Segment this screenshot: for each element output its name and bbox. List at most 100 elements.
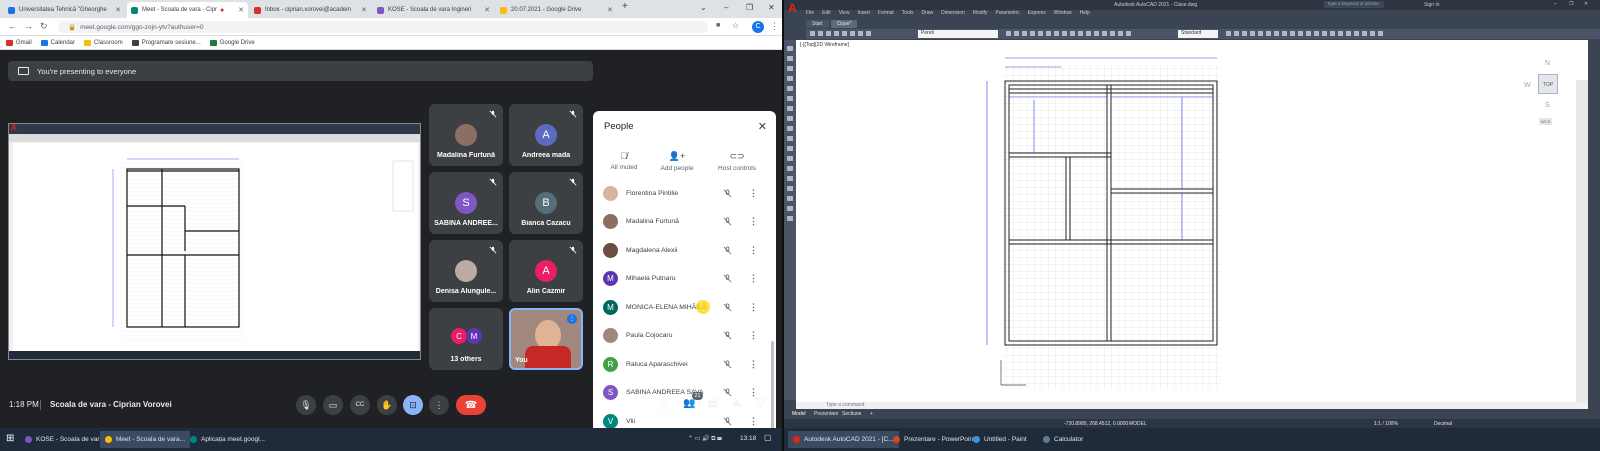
menu-item[interactable]: Format — [878, 10, 894, 18]
tab-search-icon[interactable]: ⌄ — [700, 3, 707, 12]
all-muted-action[interactable]: 🎙̸ All muted — [596, 151, 652, 171]
close-window-icon[interactable]: ✕ — [768, 3, 775, 12]
mic-off-icon[interactable] — [723, 302, 732, 312]
taskbar-item[interactable]: KOSE - Scoala de vara — [20, 431, 108, 448]
menu-item[interactable]: Express — [1028, 10, 1046, 18]
close-window-icon[interactable]: ✕ — [1584, 1, 1588, 7]
minimize-icon[interactable]: – — [1554, 1, 1557, 7]
close-icon[interactable]: ✕ — [604, 6, 613, 14]
participant-tile[interactable]: A Andreea mada — [509, 104, 583, 166]
wcs-dropdown[interactable]: WCS — [1539, 118, 1553, 125]
participant-tile[interactable]: B Bianca Cazacu — [509, 172, 583, 234]
layer-dropdown[interactable]: Pereti — [918, 30, 998, 38]
camera-icon[interactable]: ■ — [716, 22, 720, 29]
more-options-button[interactable]: ⋮ — [429, 395, 449, 415]
menu-item[interactable]: Window — [1054, 10, 1072, 18]
more-options-icon[interactable]: ⋮ — [749, 273, 758, 284]
meeting-details-button[interactable]: ⓘ — [659, 398, 669, 413]
taskbar-item[interactable]: Calculator — [1038, 431, 1088, 448]
maximize-icon[interactable]: ❐ — [1569, 1, 1573, 7]
drawing-canvas[interactable]: [-][Top][2D Wireframe] N W TOP S WCS — [796, 40, 1588, 442]
vertical-scrollbar[interactable] — [1576, 80, 1588, 442]
browser-tab[interactable]: Universitatea Tehnică "Gheorghe ✕ — [4, 2, 125, 18]
tab-prezentare[interactable]: Prezentare — [814, 411, 838, 417]
close-icon[interactable]: ✕ — [758, 120, 767, 133]
taskbar-item[interactable]: Untitled - Paint — [968, 431, 1032, 448]
url-input[interactable]: 🔒 meet.google.com/ggo-zojn-ytv?authuser=0 — [58, 21, 708, 33]
participant-tile[interactable]: A Alin Cazmir — [509, 240, 583, 302]
windows-start-icon[interactable]: ⊞ — [6, 433, 14, 444]
reload-icon[interactable]: ↻ — [40, 21, 48, 32]
menu-item[interactable]: View — [839, 10, 850, 18]
draw-tool-icons[interactable] — [784, 40, 796, 400]
menu-kebab-icon[interactable]: ⋮ — [770, 21, 779, 32]
host-controls-button[interactable]: ⛉ — [757, 398, 765, 409]
bookmark-calendar[interactable]: Calendar — [40, 39, 75, 46]
present-button[interactable]: ⊡ — [403, 395, 423, 415]
minimize-icon[interactable]: – — [724, 3, 728, 12]
forward-icon[interactable]: → — [24, 21, 33, 31]
search-input[interactable]: Type a keyword or phrase — [1324, 1, 1384, 8]
menu-item[interactable]: Parametric — [996, 10, 1020, 18]
menu-item[interactable]: Edit — [822, 10, 831, 18]
mic-off-icon[interactable] — [723, 216, 732, 226]
host-controls-button[interactable]: ⊂⊃ Host controls — [709, 151, 765, 172]
bookmark-classroom[interactable]: Classroom — [84, 39, 123, 46]
mic-button[interactable]: 🎙 — [296, 395, 316, 415]
close-icon[interactable]: ✕ — [112, 6, 121, 14]
compass-west[interactable]: W — [1524, 82, 1531, 89]
model-space-toggle[interactable]: MODEL — [1129, 421, 1147, 427]
participant-tile[interactable]: Denisa Alungule... — [429, 240, 503, 302]
participant-row[interactable]: Magdalena Alexii ⋮ — [593, 236, 776, 264]
chat-button[interactable]: ▤ — [708, 398, 717, 409]
viewcube[interactable]: N W TOP S WCS — [1524, 60, 1574, 140]
leave-call-button[interactable]: ☎ — [456, 395, 486, 415]
style-dropdown[interactable]: Standard — [1178, 30, 1218, 38]
menu-item[interactable]: File — [806, 10, 814, 18]
menu-item[interactable]: Draw — [921, 10, 933, 18]
autocad-logo-icon[interactable]: A — [788, 1, 797, 15]
participant-row[interactable]: M MONICA-ELENA MIHĂILĂ ⋮ — [593, 293, 776, 321]
mic-off-icon[interactable] — [723, 359, 732, 369]
close-icon[interactable]: ✕ — [358, 6, 367, 14]
more-options-icon[interactable]: ⋮ — [749, 216, 758, 227]
self-view-tile[interactable]: ⋮ You — [509, 308, 583, 370]
tab-sectiune[interactable]: Sectiune — [842, 411, 861, 417]
system-tray-icons[interactable]: ⌃ ▭ 🔊 ⧉ ⌨ — [688, 435, 722, 443]
close-icon[interactable]: ✕ — [481, 6, 490, 14]
participant-row[interactable]: Paula Cojocaru ⋮ — [593, 321, 776, 349]
mic-off-icon[interactable] — [723, 188, 732, 198]
add-layout-icon[interactable]: + — [870, 411, 873, 417]
tab-clase[interactable]: Clase* — [830, 20, 858, 28]
annotation-scale[interactable]: 1:1 / 100% — [1374, 421, 1398, 427]
browser-tab[interactable]: Inbox - ciprian.vorovei@academ ✕ — [250, 2, 371, 18]
profile-avatar[interactable]: C — [752, 21, 764, 33]
sign-in-link[interactable]: Sign In — [1424, 2, 1440, 8]
mic-off-icon[interactable] — [723, 273, 732, 283]
notifications-icon[interactable]: ▢ — [764, 433, 772, 442]
participant-row[interactable]: M Mihaela Putnaru ⋮ — [593, 264, 776, 292]
menu-item[interactable]: Modify — [973, 10, 988, 18]
new-tab-icon[interactable]: + — [622, 1, 628, 12]
compass-south[interactable]: S — [1545, 102, 1550, 109]
maximize-icon[interactable]: ❐ — [746, 3, 753, 12]
camera-button[interactable]: ▭ — [323, 395, 343, 415]
participant-row[interactable]: Florentina Pintilie ⋮ — [593, 179, 776, 207]
bookmark-gmail[interactable]: Gmail — [6, 39, 32, 46]
taskbar-item[interactable]: Aplicația meet.googl... — [185, 431, 270, 448]
mic-off-icon[interactable] — [723, 330, 732, 340]
command-line[interactable]: Type a command — [796, 402, 1588, 409]
activities-button[interactable]: ⟁ — [732, 398, 741, 409]
bookmark-drive[interactable]: Google Drive — [209, 39, 255, 46]
mic-off-icon[interactable] — [723, 245, 732, 255]
participant-tile[interactable]: S SABINA ANDREE... — [429, 172, 503, 234]
more-options-icon[interactable]: ⋮ — [749, 188, 758, 199]
menu-item[interactable]: Insert — [857, 10, 870, 18]
viewcube-top-face[interactable]: TOP — [1538, 74, 1558, 94]
others-tile[interactable]: C M 13 others — [429, 308, 503, 370]
participant-row[interactable]: R Raluca Aparaschivei ⋮ — [593, 350, 776, 378]
participant-tile[interactable]: Madalina Furtună — [429, 104, 503, 166]
draw-toolbar[interactable] — [784, 40, 796, 400]
taskbar-item[interactable]: Meet - Scoala de vara... — [100, 431, 191, 448]
bookmark-programare[interactable]: Programare sesiune... — [131, 39, 201, 46]
